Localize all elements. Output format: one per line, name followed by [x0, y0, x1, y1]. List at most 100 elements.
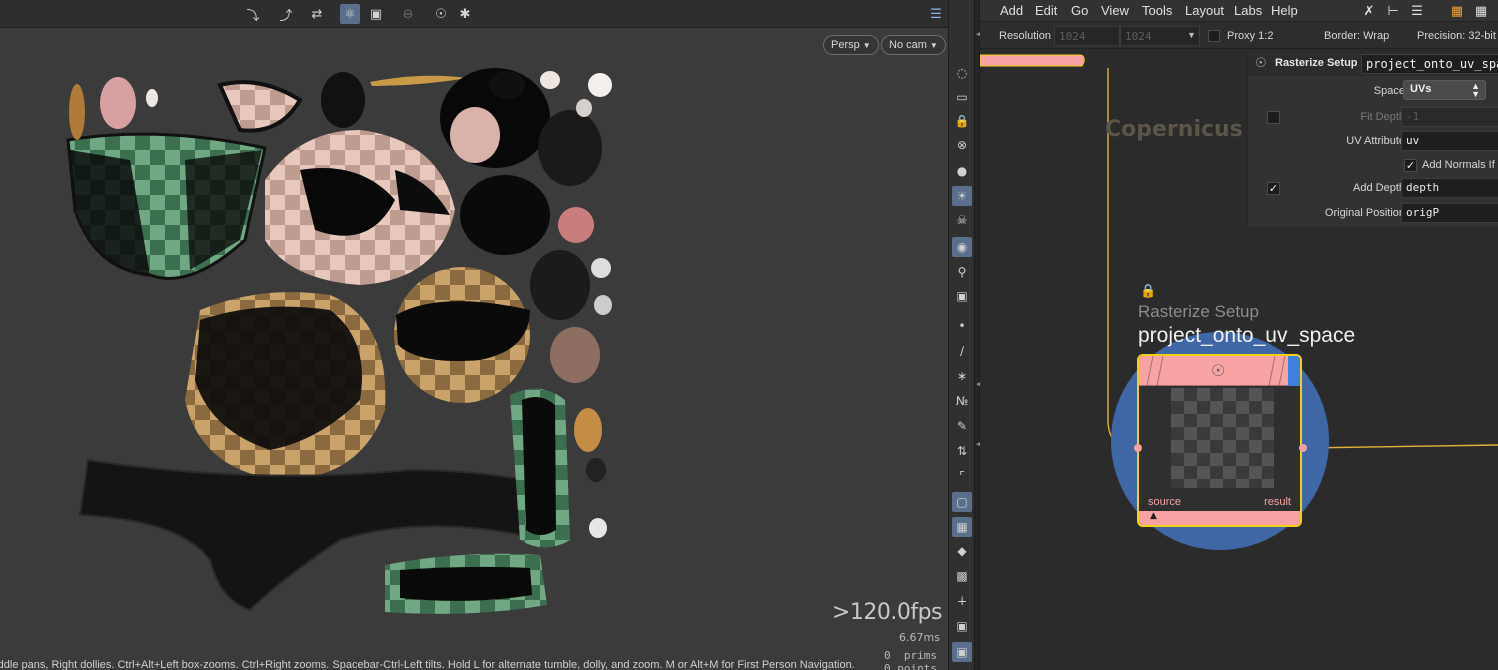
grid-icon[interactable]: ▣ — [952, 616, 972, 636]
space-label: Space — [1373, 85, 1405, 97]
uv-shell — [489, 71, 525, 99]
fit-depth-label: Fit Depth — [1360, 111, 1405, 123]
shading-icon[interactable]: ● — [952, 161, 972, 181]
resolution-dropdown-icon[interactable]: ▼ — [1187, 30, 1196, 40]
original-position-field[interactable]: origP — [1401, 203, 1498, 223]
menu-go[interactable]: Go — [1071, 3, 1088, 18]
uv-layout-view[interactable] — [0, 28, 946, 670]
menu-layout[interactable]: Layout — [1185, 3, 1224, 18]
uv-icon[interactable]: ▩ — [952, 566, 972, 586]
node-header[interactable]: ☉ — [1139, 356, 1300, 386]
uv-shell — [450, 107, 500, 163]
node-name-field[interactable]: project_onto_uv_spa — [1361, 54, 1498, 74]
cop-options-bar: Resolution 1024 1024 ▼ Proxy 1:2 Border:… — [980, 23, 1498, 49]
fit-depth-field[interactable]: -1 — [1401, 107, 1498, 127]
node-footer[interactable]: ▲ — [1139, 511, 1300, 525]
space-select[interactable]: UVs ▲ ▼ — [1403, 80, 1486, 100]
number-icon[interactable]: № — [952, 391, 972, 411]
normals-icon[interactable]: ⇅ — [952, 441, 972, 461]
uv-shell — [589, 518, 607, 538]
menu-view[interactable]: View — [1101, 3, 1129, 18]
node-name-label[interactable]: project_onto_uv_space — [1138, 324, 1355, 348]
uv-shell — [550, 327, 600, 383]
light-linker-icon[interactable]: ☉ — [431, 4, 451, 24]
record-off-icon[interactable]: ⊖ — [398, 4, 418, 24]
snapping-icon[interactable]: ⚛ — [340, 4, 360, 24]
lock-icon[interactable]: 🔒 — [1140, 284, 1156, 299]
camera-icon[interactable]: ⚲ — [952, 262, 972, 282]
color-palette-icon[interactable]: ▦ — [1448, 2, 1466, 20]
input-port[interactable] — [1134, 444, 1142, 452]
expand-arrow-icon[interactable]: ▲ — [1150, 511, 1157, 521]
add-normals-checkbox[interactable]: ✓ — [1404, 159, 1417, 172]
xray-icon[interactable]: ⊗ — [952, 135, 972, 155]
render-icon[interactable]: ▣ — [952, 642, 972, 662]
uv-shell — [321, 72, 365, 128]
scene-viewport[interactable]: ⤵ ⤴ ⇄ ⚛ ▣ ⊖ ☉ ✱ ☰ ? Persp▼ No cam▼ — [0, 0, 948, 670]
parameter-node-type: Rasterize Setup — [1275, 57, 1358, 69]
border-label[interactable]: Border: Wrap — [1324, 30, 1389, 42]
output-wire — [1303, 444, 1498, 449]
menu-edit[interactable]: Edit — [1035, 3, 1057, 18]
light-icon[interactable]: ☀ — [952, 186, 972, 206]
background-icon[interactable]: ◉ — [952, 237, 972, 257]
menu-help[interactable]: Help — [1271, 3, 1298, 18]
snapshot-icon[interactable]: ▣ — [952, 286, 972, 306]
node-preview-thumbnail — [1171, 388, 1274, 488]
rasterize-setup-node[interactable]: ☉ source result ▲ — [1137, 354, 1302, 527]
parameter-header: ☉ Rasterize Setup project_onto_uv_spa — [1248, 52, 1498, 76]
select-icon[interactable]: ⤵ — [243, 4, 263, 24]
navigation-hint: Left tumbles, Middle pans, Right dollies… — [0, 659, 855, 670]
fit-depth-checkbox[interactable] — [1267, 111, 1280, 124]
corner-icon[interactable]: ⌜ — [952, 466, 972, 486]
texture-icon[interactable]: ▢ — [952, 492, 972, 512]
toggle-visibility-icon[interactable]: ◌ — [952, 63, 972, 83]
camera-view-icon[interactable]: ▣ — [366, 4, 386, 24]
uv-shell — [588, 73, 612, 97]
grid-layout-icon[interactable]: ▦ — [1472, 2, 1490, 20]
add-normals-label: Add Normals If — [1422, 159, 1495, 171]
handle-icon[interactable]: ⇄ — [307, 4, 327, 24]
ghost-icon[interactable]: ▭ — [952, 87, 972, 107]
precision-label[interactable]: Precision: 32-bit — [1417, 30, 1496, 42]
add-depth-label: Add Depth — [1353, 182, 1405, 194]
add-depth-field[interactable]: depth — [1401, 178, 1498, 198]
frame-time-readout: 6.67ms — [899, 631, 940, 644]
display-options-icon[interactable]: ☰ — [926, 4, 946, 24]
edge-icon[interactable]: ∕ — [952, 341, 972, 361]
uv-shell — [591, 258, 611, 278]
paint-icon[interactable]: ✎ — [952, 416, 972, 436]
display-flag[interactable] — [1288, 356, 1300, 386]
list-view-icon[interactable]: ☰ — [1408, 2, 1426, 20]
brush-icon[interactable]: ∗ — [952, 366, 972, 386]
menu-add[interactable]: Add — [1000, 3, 1023, 18]
uv-shell — [217, 80, 303, 133]
axis-icon[interactable]: ∔ — [952, 591, 972, 611]
proxy-checkbox[interactable] — [1208, 30, 1220, 42]
point-icon[interactable]: • — [952, 316, 972, 336]
output-port[interactable] — [1299, 444, 1307, 452]
checker-icon[interactable]: ▦ — [952, 517, 972, 537]
fps-readout: >120.0fps — [831, 600, 943, 625]
add-depth-checkbox[interactable]: ✓ — [1267, 182, 1280, 195]
lock-icon[interactable]: 🔒 — [952, 111, 972, 131]
menu-labs[interactable]: Labs — [1234, 3, 1262, 18]
network-menubar: Add Edit Go View Tools Layout Labs Help … — [980, 0, 1498, 22]
skeleton-icon[interactable]: ☠ — [952, 210, 972, 230]
uv-shell — [100, 77, 136, 129]
source-port-label: source — [1148, 496, 1182, 508]
uv-shell — [400, 566, 532, 601]
resolution-x-field[interactable]: 1024 — [1054, 26, 1120, 46]
uv-shell — [69, 84, 85, 140]
uv-shell — [558, 207, 594, 243]
context-watermark: Copernicus — [1105, 117, 1243, 142]
settings-gear-icon[interactable]: ✱ — [455, 4, 475, 24]
uv-attribute-field[interactable]: uv — [1401, 131, 1498, 151]
transform-icon[interactable]: ⤴ — [276, 4, 296, 24]
parameter-panel: ☉ Rasterize Setup project_onto_uv_spa Sp… — [1247, 52, 1498, 227]
layer-icon[interactable]: ◆ — [952, 541, 972, 561]
tree-view-icon[interactable]: ⊢ — [1384, 2, 1402, 20]
result-port-label: result — [1264, 496, 1291, 508]
tools-wrench-icon[interactable]: ✗ — [1360, 2, 1378, 20]
menu-tools[interactable]: Tools — [1142, 3, 1172, 18]
